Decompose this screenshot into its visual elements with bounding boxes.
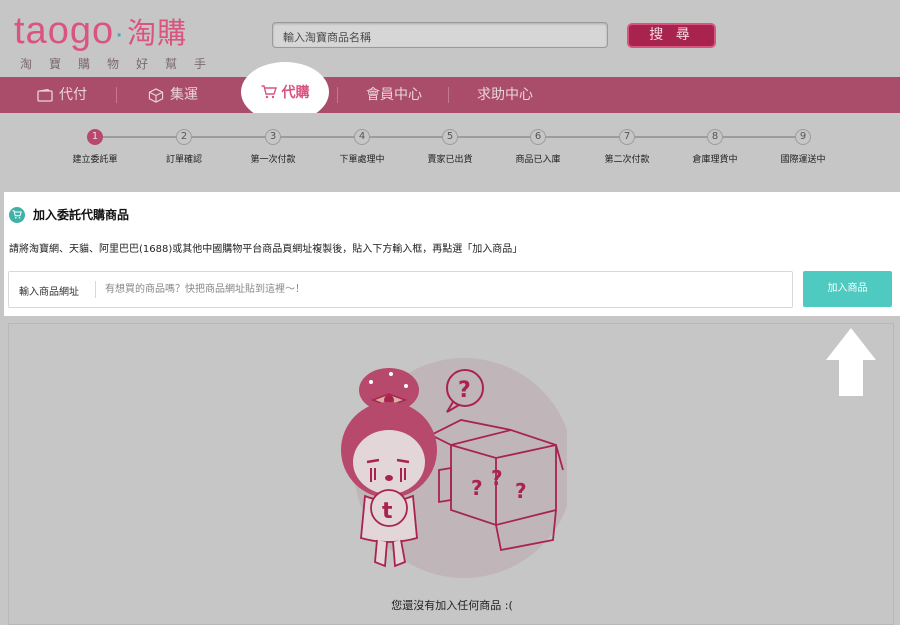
step-number: 8 <box>707 129 723 145</box>
svg-text:?: ? <box>458 378 471 403</box>
step-9: 9 國際運送中 <box>758 129 848 165</box>
step-number: 9 <box>795 129 811 145</box>
wallet-icon <box>37 88 53 102</box>
step-number: 6 <box>530 129 546 145</box>
nav-item-pay[interactable]: 代付 <box>37 77 87 113</box>
progress-steps: 1 建立委託單 2 訂單確認 3 第一次付款 4 下單處理中 5 賣家已出貨 6 商品已入庫 7 第二次付… <box>0 113 900 185</box>
up-arrow-icon <box>826 328 876 396</box>
panel-title-text: 加入委託代購商品 <box>33 208 130 222</box>
divider <box>95 281 96 298</box>
step-2: 2 訂單確認 <box>139 129 229 165</box>
url-field-label: 輸入商品網址 <box>19 287 79 298</box>
nav-item-consolidate[interactable]: 集運 <box>148 77 198 113</box>
step-label: 賣家已出貨 <box>427 155 473 165</box>
svg-text:?: ? <box>491 466 503 490</box>
nav-divider <box>116 87 117 103</box>
svg-text:?: ? <box>471 476 483 500</box>
nav-label-purchase: 代購 <box>281 85 310 101</box>
step-number: 5 <box>442 129 458 145</box>
panel-title: 加入委託代購商品 <box>9 206 129 223</box>
url-field-container: 輸入商品網址 <box>8 271 793 308</box>
step-6: 6 商品已入庫 <box>493 129 583 165</box>
empty-cart-illustration: ? ??? t <box>341 358 567 578</box>
step-number: 4 <box>354 129 370 145</box>
step-label: 國際運送中 <box>780 155 826 165</box>
panel-description: 請將淘寶網、天貓、阿里巴巴(1688)或其他中國購物平台商品頁網址複製後，貼入下… <box>9 244 523 255</box>
step-3: 3 第一次付款 <box>228 129 318 165</box>
logo-wordmark: taogo·淘購 <box>14 10 188 52</box>
nav-item-help[interactable]: 求助中心 <box>477 77 533 113</box>
empty-message: 您還沒有加入任何商品 :( <box>391 599 513 612</box>
step-label: 倉庫理貨中 <box>692 155 738 165</box>
bag-letter: t <box>382 499 393 524</box>
step-number: 2 <box>176 129 192 145</box>
nav-label-consolidate: 集運 <box>170 87 198 103</box>
taogo-logo[interactable]: taogo·淘購 淘寶購物好幫手 <box>14 10 206 71</box>
step-label: 第一次付款 <box>250 155 296 165</box>
nav-item-member[interactable]: 會員中心 <box>366 77 422 113</box>
box-icon <box>148 87 164 103</box>
step-label: 下單處理中 <box>339 155 385 165</box>
svg-text:?: ? <box>515 479 527 503</box>
nav-divider <box>448 87 449 103</box>
add-item-panel: 加入委託代購商品 請將淘寶網、天貓、阿里巴巴(1688)或其他中國購物平台商品頁… <box>4 192 900 316</box>
step-1: 1 建立委託單 <box>50 129 140 165</box>
main-nav: 代付 集運 會員中心 求助中心 <box>0 77 900 113</box>
step-label: 訂單確認 <box>165 155 202 165</box>
step-8: 8 倉庫理貨中 <box>670 129 760 165</box>
step-label: 商品已入庫 <box>515 155 561 165</box>
nav-divider <box>337 87 338 103</box>
cart-icon <box>9 206 25 223</box>
nav-label-pay: 代付 <box>59 87 87 103</box>
step-number: 7 <box>619 129 635 145</box>
add-item-button[interactable]: 加入商品 <box>803 271 892 307</box>
step-label: 第二次付款 <box>604 155 650 165</box>
step-number: 1 <box>87 129 103 145</box>
site-header: taogo·淘購 淘寶購物好幫手 輸入淘寶商品名稱 搜 尋 <box>0 0 900 77</box>
step-5: 5 賣家已出貨 <box>405 129 495 165</box>
step-label: 建立委託單 <box>72 155 118 165</box>
search-input[interactable]: 輸入淘寶商品名稱 <box>272 22 608 48</box>
step-number: 3 <box>265 129 281 145</box>
step-4: 4 下單處理中 <box>317 129 407 165</box>
search-button[interactable]: 搜 尋 <box>627 23 716 48</box>
cart-icon <box>261 85 277 99</box>
product-url-input[interactable] <box>105 272 785 307</box>
logo-subtitle: 淘寶購物好幫手 <box>20 57 224 71</box>
step-7: 7 第二次付款 <box>582 129 672 165</box>
